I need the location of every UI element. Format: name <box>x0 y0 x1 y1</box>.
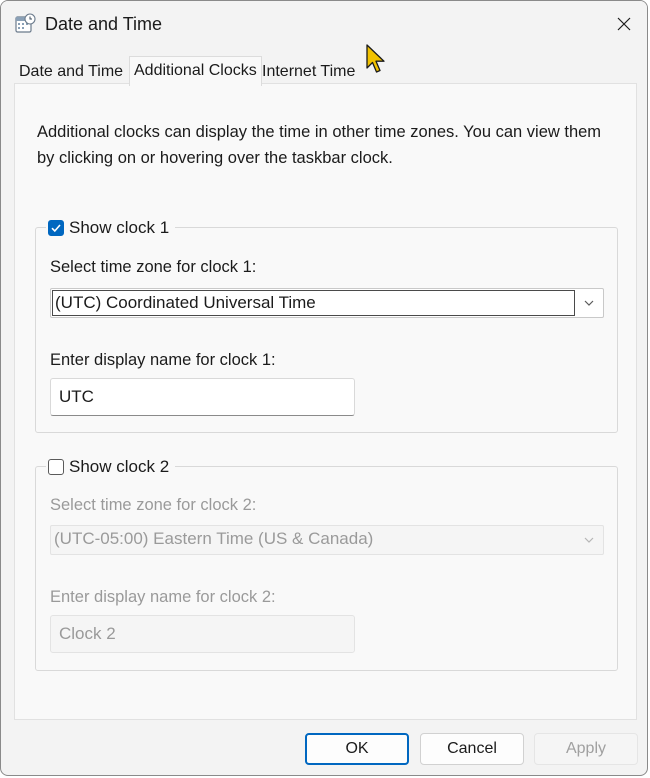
chevron-down-icon <box>584 300 594 306</box>
show-clock1-checkbox-row[interactable]: Show clock 1 <box>46 216 176 240</box>
tab-internet-time[interactable]: Internet Time <box>258 60 359 84</box>
tab-date-and-time[interactable]: Date and Time <box>15 60 127 84</box>
cancel-button[interactable]: Cancel <box>420 733 524 765</box>
clock2-name-input: Clock 2 <box>50 615 355 653</box>
clock1-name-label: Enter display name for clock 1: <box>50 351 276 369</box>
show-clock1-checkbox[interactable] <box>48 220 64 236</box>
additional-clocks-panel: Additional clocks can display the time i… <box>14 83 637 720</box>
calendar-clock-icon <box>15 13 36 33</box>
title-bar: Date and Time <box>1 1 647 51</box>
show-clock1-label: Show clock 1 <box>69 218 170 237</box>
apply-button: Apply <box>534 733 638 765</box>
show-clock2-label: Show clock 2 <box>69 457 170 476</box>
ok-button[interactable]: OK <box>305 733 409 765</box>
tab-additional-clocks[interactable]: Additional Clocks <box>129 56 262 86</box>
close-button[interactable] <box>601 1 647 47</box>
show-clock2-checkbox-row[interactable]: Show clock 2 <box>46 455 176 479</box>
mouse-cursor-icon <box>366 44 385 73</box>
clock2-timezone-select: (UTC-05:00) Eastern Time (US & Canada) <box>50 525 604 555</box>
clock2-name-label: Enter display name for clock 2: <box>50 588 276 606</box>
clock2-timezone-label: Select time zone for clock 2: <box>50 496 257 514</box>
clock1-name-input[interactable]: UTC <box>50 378 355 416</box>
clock1-timezone-select[interactable]: (UTC) Coordinated Universal Time <box>50 288 604 318</box>
chevron-down-icon <box>584 537 594 543</box>
close-icon <box>617 17 631 31</box>
clock1-group: Show clock 1 Select time zone for clock … <box>35 216 618 433</box>
clock2-timezone-value: (UTC-05:00) Eastern Time (US & Canada) <box>54 529 374 548</box>
clock2-group: Show clock 2 Select time zone for clock … <box>35 455 618 671</box>
show-clock2-checkbox[interactable] <box>48 459 64 475</box>
checkmark-icon <box>51 224 61 233</box>
description-text: Additional clocks can display the time i… <box>37 123 602 167</box>
window-title: Date and Time <box>45 14 163 34</box>
clock1-timezone-value: (UTC) Coordinated Universal Time <box>52 290 575 316</box>
clock1-timezone-label: Select time zone for clock 1: <box>50 258 257 276</box>
date-time-dialog: Date and Time Date and Time Additional C… <box>0 0 648 776</box>
